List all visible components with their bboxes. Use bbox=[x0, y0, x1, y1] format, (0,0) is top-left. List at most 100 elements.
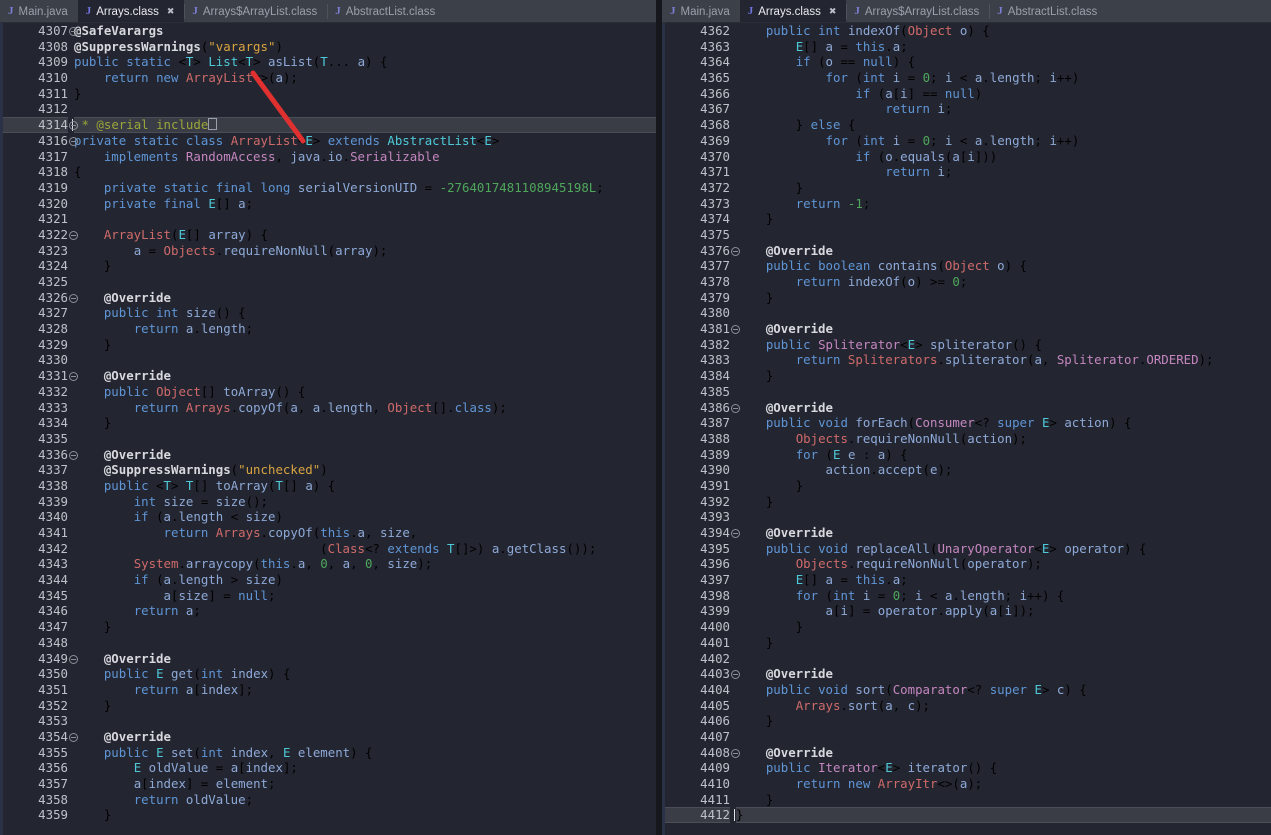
line-number[interactable]: 4346 bbox=[0, 603, 68, 619]
line-number[interactable]: 4388 bbox=[662, 431, 730, 447]
line-number[interactable]: 4345 bbox=[0, 588, 68, 604]
tab-arrays-class[interactable]: J Arrays.class ✖ bbox=[77, 0, 185, 23]
tab-arrays-arraylist-class[interactable]: J Arrays$ArrayList.class bbox=[184, 0, 327, 23]
line-number[interactable]: 4369 bbox=[662, 133, 730, 149]
line-number[interactable]: 4329 bbox=[0, 337, 68, 353]
left-line-number-gutter[interactable]: 4307 4308 4309 4310 4311 4312 4314 4316 4317 4318… bbox=[0, 23, 78, 835]
code-line[interactable] bbox=[736, 509, 1271, 525]
close-icon[interactable]: ✖ bbox=[167, 6, 175, 17]
line-number[interactable]: 4314 bbox=[0, 117, 78, 133]
code-line[interactable]: @Override bbox=[736, 666, 1271, 682]
code-line[interactable]: a[i] = operator.apply(a[i]); bbox=[736, 603, 1271, 619]
line-number[interactable]: 4307 bbox=[0, 23, 78, 39]
code-line[interactable]: @Override bbox=[74, 651, 656, 667]
code-line[interactable]: } bbox=[74, 698, 656, 714]
line-number[interactable]: 4357 bbox=[0, 776, 68, 792]
fold-collapse-icon[interactable] bbox=[69, 136, 78, 146]
line-number[interactable]: 4386 bbox=[662, 400, 740, 416]
code-line[interactable]: } bbox=[736, 290, 1271, 306]
line-number[interactable]: 4349 bbox=[0, 651, 78, 667]
code-line[interactable]: private static final long serialVersionU… bbox=[74, 180, 656, 196]
line-number[interactable]: 4333 bbox=[0, 400, 68, 416]
code-line[interactable]: a = Objects.requireNonNull(array); bbox=[74, 243, 656, 259]
code-line[interactable]: return a[index]; bbox=[74, 682, 656, 698]
left-code-text[interactable]: @SafeVarargs @SuppressWarnings("varargs")… bbox=[72, 23, 656, 823]
code-line[interactable]: } else { bbox=[736, 117, 1271, 133]
code-line[interactable]: E[] a = this.a; bbox=[736, 572, 1271, 588]
line-number[interactable]: 4392 bbox=[662, 494, 730, 510]
line-number[interactable]: 4338 bbox=[0, 478, 68, 494]
line-number[interactable]: 4410 bbox=[662, 776, 730, 792]
line-number[interactable]: 4343 bbox=[0, 556, 68, 572]
tab-arrays-arraylist-class[interactable]: J Arrays$ArrayList.class bbox=[846, 0, 989, 23]
code-line[interactable]: @Override bbox=[74, 368, 656, 384]
code-line[interactable] bbox=[736, 384, 1271, 400]
code-line[interactable]: public int size() { bbox=[74, 305, 656, 321]
code-line[interactable]: @SuppressWarnings("varargs") bbox=[74, 39, 656, 55]
line-number[interactable]: 4366 bbox=[662, 86, 730, 102]
code-line[interactable]: public int indexOf(Object o) { bbox=[736, 23, 1271, 39]
line-number[interactable]: 4389 bbox=[662, 447, 730, 463]
code-line[interactable]: return oldValue; bbox=[74, 792, 656, 808]
line-number[interactable]: 4344 bbox=[0, 572, 68, 588]
line-number[interactable]: 4362 bbox=[662, 23, 730, 39]
fold-collapse-icon[interactable] bbox=[69, 293, 78, 303]
line-number[interactable]: 4384 bbox=[662, 368, 730, 384]
code-line[interactable]: a[index] = element; bbox=[74, 776, 656, 792]
code-line[interactable]: if (a.length > size) bbox=[74, 572, 656, 588]
code-line[interactable]: public Spliterator<E> spliterator() { bbox=[736, 337, 1271, 353]
code-line[interactable]: } bbox=[736, 635, 1271, 651]
line-number[interactable]: 4309 bbox=[0, 54, 68, 70]
line-number[interactable]: 4399 bbox=[662, 603, 730, 619]
line-number[interactable]: 4341 bbox=[0, 525, 68, 541]
code-line[interactable]: } bbox=[74, 619, 656, 635]
line-number[interactable]: 4381 bbox=[662, 321, 740, 337]
code-line[interactable]: } bbox=[74, 807, 656, 823]
line-number[interactable]: 4367 bbox=[662, 101, 730, 117]
line-number[interactable]: 4409 bbox=[662, 760, 730, 776]
code-line[interactable]: @Override bbox=[736, 745, 1271, 761]
code-line[interactable]: } bbox=[736, 619, 1271, 635]
code-line[interactable]: Objects.requireNonNull(operator); bbox=[736, 556, 1271, 572]
code-line[interactable]: return Arrays.copyOf(this.a, size, bbox=[74, 525, 656, 541]
code-line[interactable]: public Iterator<E> iterator() { bbox=[736, 760, 1271, 776]
code-line[interactable]: System.arraycopy(this.a, 0, a, 0, size); bbox=[74, 556, 656, 572]
right-code-text[interactable]: public int indexOf(Object o) { E[] a = t… bbox=[734, 23, 1271, 824]
line-number[interactable]: 4339 bbox=[0, 494, 68, 510]
line-number[interactable]: 4311 bbox=[0, 86, 68, 102]
line-number[interactable]: 4408 bbox=[662, 745, 740, 761]
code-line[interactable]: for (int i = 0; i < a.length; i++) { bbox=[736, 588, 1271, 604]
code-line[interactable]: a[size] = null; bbox=[74, 588, 656, 604]
code-line[interactable]: } bbox=[736, 180, 1271, 196]
fold-collapse-icon[interactable] bbox=[731, 246, 740, 256]
code-line[interactable]: E oldValue = a[index]; bbox=[74, 760, 656, 776]
line-number[interactable]: 4374 bbox=[662, 211, 730, 227]
fold-collapse-icon[interactable] bbox=[69, 654, 78, 664]
line-number[interactable]: 4340 bbox=[0, 509, 68, 525]
code-line[interactable]: int size = size(); bbox=[74, 494, 656, 510]
line-number[interactable]: 4321 bbox=[0, 211, 68, 227]
line-number[interactable]: 4322 bbox=[0, 227, 78, 243]
line-number[interactable]: 4348 bbox=[0, 635, 68, 651]
code-line[interactable]: public boolean contains(Object o) { bbox=[736, 258, 1271, 274]
line-number[interactable]: 4397 bbox=[662, 572, 730, 588]
code-line[interactable]: for (E e : a) { bbox=[736, 447, 1271, 463]
code-line[interactable]: if (a[i] == null) bbox=[736, 86, 1271, 102]
code-line[interactable]: { bbox=[74, 164, 656, 180]
fold-collapse-icon[interactable] bbox=[731, 748, 740, 758]
line-number[interactable]: 4407 bbox=[662, 729, 730, 745]
code-line[interactable]: @Override bbox=[736, 321, 1271, 337]
code-line[interactable] bbox=[74, 101, 656, 117]
line-number[interactable]: 4372 bbox=[662, 180, 730, 196]
tab-abstractlist-class[interactable]: J AbstractList.class bbox=[989, 0, 1107, 23]
line-number[interactable]: 4350 bbox=[0, 666, 68, 682]
line-number[interactable]: 4379 bbox=[662, 290, 730, 306]
line-number[interactable]: 4382 bbox=[662, 337, 730, 353]
line-number[interactable]: 4403 bbox=[662, 666, 740, 682]
line-number[interactable]: 4342 bbox=[0, 541, 68, 557]
code-line[interactable]: implements RandomAccess, java.io.Seriali… bbox=[74, 149, 656, 165]
code-line[interactable]: } bbox=[74, 337, 656, 353]
tab-abstractlist-class[interactable]: J AbstractList.class bbox=[327, 0, 445, 23]
line-number[interactable]: 4336 bbox=[0, 447, 78, 463]
code-line[interactable]: return i; bbox=[736, 101, 1271, 117]
